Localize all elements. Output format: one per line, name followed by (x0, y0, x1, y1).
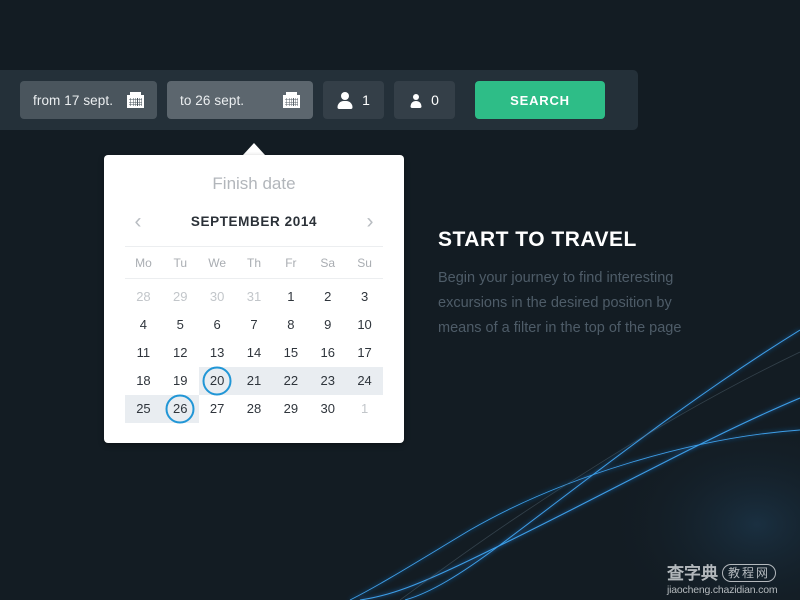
day-cell[interactable]: 19 (162, 367, 199, 395)
day-cell[interactable]: 18 (125, 367, 162, 395)
week-row: 25 26 27 28 29 30 1 (125, 395, 383, 423)
day-cell[interactable]: 17 (346, 339, 383, 367)
watermark-brand: 查字典 (667, 563, 718, 583)
watermark-url: jiaocheng.chazidian.com (667, 584, 778, 597)
day-cell[interactable]: 4 (125, 311, 162, 339)
weekday-label-mo: Mo (135, 256, 152, 270)
day-cell[interactable]: 11 (125, 339, 162, 367)
day-cell[interactable]: 7 (236, 311, 273, 339)
start-date-value: from 17 sept. (33, 92, 114, 108)
search-toolbar: from 17 sept. to 26 sept. 1 0 SEARCH (0, 70, 638, 130)
week-row: 28 29 30 31 1 2 3 (125, 283, 383, 311)
day-cell[interactable]: 14 (236, 339, 273, 367)
end-date-field[interactable]: to 26 sept. (167, 81, 313, 119)
day-cell[interactable]: 12 (162, 339, 199, 367)
weekday-label-we: We (208, 256, 227, 270)
month-navigation: ‹ SEPTEMBER 2014 › (104, 194, 404, 232)
day-cell[interactable]: 23 (309, 367, 346, 395)
day-cell[interactable]: 28 (125, 283, 162, 311)
weekday-label-tu: Tu (173, 256, 188, 270)
weekday-label-sa: Sa (320, 256, 336, 270)
end-date-value: to 26 sept. (180, 92, 245, 108)
day-cell[interactable]: 13 (199, 339, 236, 367)
day-cell[interactable]: 9 (309, 311, 346, 339)
week-row: 11 12 13 14 15 16 17 (125, 339, 383, 367)
day-cell[interactable]: 31 (236, 283, 273, 311)
day-cell[interactable]: 21 (236, 367, 273, 395)
calendar-icon (127, 92, 144, 108)
day-cell[interactable]: 30 (199, 283, 236, 311)
day-cell[interactable]: 28 (236, 395, 273, 423)
chevron-left-icon[interactable]: ‹ (130, 211, 146, 232)
datepicker-popover: Finish date ‹ SEPTEMBER 2014 › Mo Tu We Th F… (104, 155, 404, 443)
day-cell[interactable]: 22 (272, 367, 309, 395)
day-cell[interactable]: 15 (272, 339, 309, 367)
children-counter[interactable]: 0 (394, 81, 455, 119)
day-cell[interactable]: 6 (199, 311, 236, 339)
day-cell[interactable]: 27 (199, 395, 236, 423)
hero-title: START TO TRAVEL (438, 228, 637, 251)
day-cell[interactable]: 2 (309, 283, 346, 311)
day-cell[interactable]: 16 (309, 339, 346, 367)
days-grid: 28 29 30 31 1 2 3 4 5 6 7 8 9 10 11 12 13 14 15 16 17 18 19 20 2… (125, 279, 383, 423)
datepicker-title: Finish date (212, 174, 296, 193)
hero-body: Begin your journey to find interesting e… (438, 270, 682, 336)
person-child-icon (410, 92, 422, 108)
day-cell[interactable]: 24 (346, 367, 383, 395)
adults-counter[interactable]: 1 (323, 81, 384, 119)
start-date-field[interactable]: from 17 sept. (20, 81, 157, 119)
day-cell[interactable]: 25 (125, 395, 162, 423)
search-button[interactable]: SEARCH (475, 81, 605, 119)
calendar-icon (283, 92, 300, 108)
day-cell[interactable]: 1 (272, 283, 309, 311)
day-cell[interactable]: 29 (272, 395, 309, 423)
weekday-header: Mo Tu We Th Fr Sa Su (125, 246, 383, 279)
day-cell-selected[interactable]: 26 (162, 395, 199, 423)
day-cell-selected[interactable]: 20 (199, 367, 236, 395)
weekday-label-fr: Fr (285, 256, 297, 270)
day-cell[interactable]: 29 (162, 283, 199, 311)
person-adult-icon (337, 91, 353, 109)
week-row: 18 19 20 21 22 23 24 (125, 367, 383, 395)
children-count: 0 (431, 92, 439, 108)
day-cell[interactable]: 30 (309, 395, 346, 423)
hero-section: START TO TRAVEL Begin your journey to fi… (438, 228, 683, 341)
day-cell[interactable]: 1 (346, 395, 383, 423)
watermark: 查字典 教程网 jiaocheng.chazidian.com (665, 562, 800, 598)
weekday-label-su: Su (357, 256, 372, 270)
chevron-right-icon[interactable]: › (362, 211, 378, 232)
weekday-label-th: Th (246, 256, 261, 270)
day-cell[interactable]: 8 (272, 311, 309, 339)
week-row: 4 5 6 7 8 9 10 (125, 311, 383, 339)
day-cell[interactable]: 10 (346, 311, 383, 339)
watermark-row: 查字典 教程网 (667, 563, 777, 583)
datepicker-arrow (243, 143, 265, 155)
day-cell[interactable]: 3 (346, 283, 383, 311)
watermark-section: 教程网 (722, 564, 777, 583)
adults-count: 1 (362, 92, 370, 108)
day-cell[interactable]: 5 (162, 311, 199, 339)
month-label: SEPTEMBER 2014 (190, 214, 318, 229)
